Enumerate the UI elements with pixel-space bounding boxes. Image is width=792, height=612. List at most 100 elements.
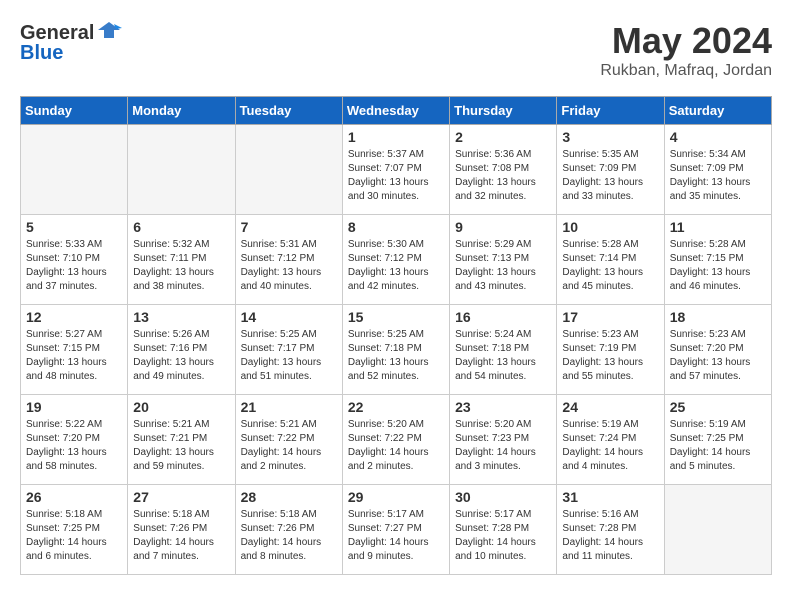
calendar-week-row: 12 Sunrise: 5:27 AMSunset: 7:15 PMDayligh… <box>21 305 772 395</box>
calendar-cell: 15Sunrise: 5:25 AMSunset: 7:18 PMDayligh… <box>342 305 449 395</box>
calendar-cell: 24 Sunrise: 5:19 AMSunset: 7:24 PMDayligh… <box>557 395 664 485</box>
logo-blue-text: Blue <box>20 42 63 64</box>
calendar-cell: 11Sunrise: 5:28 AMSunset: 7:15 PMDayligh… <box>664 215 771 305</box>
day-info: Sunrise: 5:33 AMSunset: 7:10 PMDaylight:… <box>26 238 122 294</box>
calendar-cell: 7 Sunrise: 5:31 AMSunset: 7:12 PMDaylight… <box>235 215 342 305</box>
calendar-cell: 6Sunrise: 5:32 AMSunset: 7:11 PMDaylight… <box>128 215 235 305</box>
day-number: 3 <box>562 129 658 145</box>
calendar-week-row: 19 Sunrise: 5:22 AMSunset: 7:20 PMDayligh… <box>21 395 772 485</box>
day-info: Sunrise: 5:19 AMSunset: 7:25 PMDaylight:… <box>670 418 766 474</box>
calendar-cell <box>235 125 342 215</box>
day-number: 5 <box>26 219 122 235</box>
day-number: 16 <box>455 309 551 325</box>
day-number: 14 <box>241 309 337 325</box>
day-info: Sunrise: 5:19 AMSunset: 7:24 PMDaylight:… <box>562 418 658 474</box>
page-header: General Blue May 2024 Rukban, Mafraq, Jo… <box>20 20 772 80</box>
calendar-cell: 20Sunrise: 5:21 AMSunset: 7:21 PMDayligh… <box>128 395 235 485</box>
weekday-header-tuesday: Tuesday <box>235 97 342 125</box>
calendar-cell: 23 Sunrise: 5:20 AMSunset: 7:23 PMDayligh… <box>450 395 557 485</box>
day-number: 9 <box>455 219 551 235</box>
location-title: Rukban, Mafraq, Jordan <box>600 62 772 80</box>
calendar-cell: 5 Sunrise: 5:33 AMSunset: 7:10 PMDaylight… <box>21 215 128 305</box>
day-info: Sunrise: 5:27 AMSunset: 7:15 PMDaylight:… <box>26 328 122 384</box>
day-number: 20 <box>133 399 229 415</box>
day-number: 12 <box>26 309 122 325</box>
weekday-header-monday: Monday <box>128 97 235 125</box>
calendar-cell: 1 Sunrise: 5:37 AMSunset: 7:07 PMDaylight… <box>342 125 449 215</box>
day-info: Sunrise: 5:24 AMSunset: 7:18 PMDaylight:… <box>455 328 551 384</box>
day-number: 13 <box>133 309 229 325</box>
day-info: Sunrise: 5:23 AMSunset: 7:20 PMDaylight:… <box>670 328 766 384</box>
day-info: Sunrise: 5:28 AMSunset: 7:15 PMDaylight:… <box>670 238 766 294</box>
calendar-week-row: 26Sunrise: 5:18 AMSunset: 7:25 PMDayligh… <box>21 485 772 575</box>
day-number: 24 <box>562 399 658 415</box>
day-info: Sunrise: 5:18 AMSunset: 7:25 PMDaylight:… <box>26 508 122 564</box>
calendar-cell: 17 Sunrise: 5:23 AMSunset: 7:19 PMDayligh… <box>557 305 664 395</box>
day-number: 7 <box>241 219 337 235</box>
calendar-cell: 12 Sunrise: 5:27 AMSunset: 7:15 PMDayligh… <box>21 305 128 395</box>
day-number: 17 <box>562 309 658 325</box>
day-info: Sunrise: 5:20 AMSunset: 7:22 PMDaylight:… <box>348 418 444 474</box>
day-info: Sunrise: 5:17 AMSunset: 7:27 PMDaylight:… <box>348 508 444 564</box>
day-number: 23 <box>455 399 551 415</box>
calendar-cell: 14 Sunrise: 5:25 AMSunset: 7:17 PMDayligh… <box>235 305 342 395</box>
calendar-cell: 19 Sunrise: 5:22 AMSunset: 7:20 PMDayligh… <box>21 395 128 485</box>
day-info: Sunrise: 5:22 AMSunset: 7:20 PMDaylight:… <box>26 418 122 474</box>
day-number: 10 <box>562 219 658 235</box>
calendar-cell: 2Sunrise: 5:36 AMSunset: 7:08 PMDaylight… <box>450 125 557 215</box>
weekday-header-saturday: Saturday <box>664 97 771 125</box>
logo-bird-icon <box>96 20 122 46</box>
calendar-cell: 21Sunrise: 5:21 AMSunset: 7:22 PMDayligh… <box>235 395 342 485</box>
weekday-header-wednesday: Wednesday <box>342 97 449 125</box>
calendar-cell: 30Sunrise: 5:17 AMSunset: 7:28 PMDayligh… <box>450 485 557 575</box>
weekday-header-thursday: Thursday <box>450 97 557 125</box>
day-info: Sunrise: 5:26 AMSunset: 7:16 PMDaylight:… <box>133 328 229 384</box>
logo-general-text: General <box>20 22 94 44</box>
day-info: Sunrise: 5:25 AMSunset: 7:18 PMDaylight:… <box>348 328 444 384</box>
day-info: Sunrise: 5:18 AMSunset: 7:26 PMDaylight:… <box>241 508 337 564</box>
calendar-cell: 18 Sunrise: 5:23 AMSunset: 7:20 PMDayligh… <box>664 305 771 395</box>
day-info: Sunrise: 5:31 AMSunset: 7:12 PMDaylight:… <box>241 238 337 294</box>
logo: General Blue <box>20 20 122 64</box>
calendar-cell: 31 Sunrise: 5:16 AMSunset: 7:28 PMDayligh… <box>557 485 664 575</box>
calendar-cell <box>128 125 235 215</box>
day-number: 25 <box>670 399 766 415</box>
calendar-cell: 4 Sunrise: 5:34 AMSunset: 7:09 PMDaylight… <box>664 125 771 215</box>
calendar-cell: 28Sunrise: 5:18 AMSunset: 7:26 PMDayligh… <box>235 485 342 575</box>
calendar-cell <box>664 485 771 575</box>
day-info: Sunrise: 5:34 AMSunset: 7:09 PMDaylight:… <box>670 148 766 204</box>
calendar-cell <box>21 125 128 215</box>
calendar-table: SundayMondayTuesdayWednesdayThursdayFrid… <box>20 96 772 575</box>
calendar-cell: 16 Sunrise: 5:24 AMSunset: 7:18 PMDayligh… <box>450 305 557 395</box>
day-number: 29 <box>348 489 444 505</box>
calendar-cell: 13 Sunrise: 5:26 AMSunset: 7:16 PMDayligh… <box>128 305 235 395</box>
day-number: 8 <box>348 219 444 235</box>
day-info: Sunrise: 5:35 AMSunset: 7:09 PMDaylight:… <box>562 148 658 204</box>
day-info: Sunrise: 5:28 AMSunset: 7:14 PMDaylight:… <box>562 238 658 294</box>
day-number: 19 <box>26 399 122 415</box>
month-title: May 2024 <box>600 20 772 62</box>
calendar-cell: 29 Sunrise: 5:17 AMSunset: 7:27 PMDayligh… <box>342 485 449 575</box>
day-number: 1 <box>348 129 444 145</box>
day-info: Sunrise: 5:20 AMSunset: 7:23 PMDaylight:… <box>455 418 551 474</box>
day-number: 18 <box>670 309 766 325</box>
title-block: May 2024 Rukban, Mafraq, Jordan <box>600 20 772 80</box>
day-info: Sunrise: 5:25 AMSunset: 7:17 PMDaylight:… <box>241 328 337 384</box>
day-info: Sunrise: 5:17 AMSunset: 7:28 PMDaylight:… <box>455 508 551 564</box>
weekday-header-sunday: Sunday <box>21 97 128 125</box>
day-info: Sunrise: 5:36 AMSunset: 7:08 PMDaylight:… <box>455 148 551 204</box>
weekday-header-row: SundayMondayTuesdayWednesdayThursdayFrid… <box>21 97 772 125</box>
calendar-week-row: 5 Sunrise: 5:33 AMSunset: 7:10 PMDaylight… <box>21 215 772 305</box>
day-info: Sunrise: 5:32 AMSunset: 7:11 PMDaylight:… <box>133 238 229 294</box>
day-number: 27 <box>133 489 229 505</box>
day-info: Sunrise: 5:30 AMSunset: 7:12 PMDaylight:… <box>348 238 444 294</box>
day-number: 31 <box>562 489 658 505</box>
day-info: Sunrise: 5:18 AMSunset: 7:26 PMDaylight:… <box>133 508 229 564</box>
day-info: Sunrise: 5:37 AMSunset: 7:07 PMDaylight:… <box>348 148 444 204</box>
day-info: Sunrise: 5:16 AMSunset: 7:28 PMDaylight:… <box>562 508 658 564</box>
day-number: 22 <box>348 399 444 415</box>
calendar-cell: 8 Sunrise: 5:30 AMSunset: 7:12 PMDaylight… <box>342 215 449 305</box>
day-info: Sunrise: 5:23 AMSunset: 7:19 PMDaylight:… <box>562 328 658 384</box>
day-number: 4 <box>670 129 766 145</box>
day-number: 21 <box>241 399 337 415</box>
